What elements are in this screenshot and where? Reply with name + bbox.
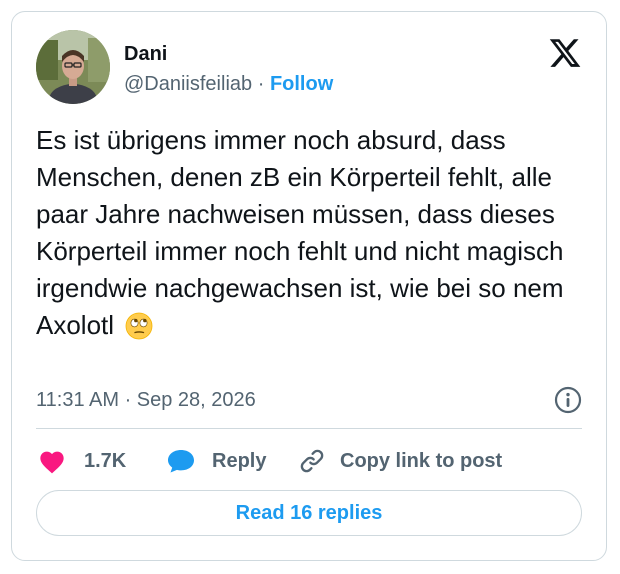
tweet-timestamp[interactable]: 11:31 AM · Sep 28, 2026 — [36, 387, 256, 413]
reply-button[interactable]: Reply — [166, 446, 266, 476]
tweet-text: Es ist übrigens immer noch absurd, dass … — [36, 125, 564, 340]
author-name[interactable]: Dani — [124, 42, 167, 66]
speech-bubble-icon — [166, 448, 196, 474]
x-logo-icon[interactable] — [548, 36, 582, 70]
divider — [36, 428, 582, 429]
read-replies-button[interactable]: Read 16 replies — [36, 490, 582, 536]
link-icon — [298, 447, 326, 475]
like-count: 1.7K — [84, 449, 127, 472]
read-replies-label: Read 16 replies — [235, 501, 383, 524]
reply-label: Reply — [212, 449, 267, 472]
author-handle-row: @Daniisfeiliab · Follow — [124, 72, 333, 96]
copy-link-label: Copy link to post — [340, 449, 503, 472]
handle-separator: · — [257, 73, 265, 95]
like-button[interactable]: 1.7K — [38, 446, 126, 476]
copy-link-button[interactable]: Copy link to post — [298, 446, 502, 476]
follow-button[interactable]: Follow — [270, 73, 333, 95]
info-icon[interactable] — [554, 386, 582, 414]
tweet-body: Es ist übrigens immer noch absurd, dass … — [36, 122, 596, 350]
author-handle[interactable]: @Daniisfeiliab — [124, 73, 252, 95]
avatar[interactable] — [36, 30, 110, 104]
heart-icon — [38, 448, 66, 474]
tweet-card: Dani @Daniisfeiliab · Follow Es ist übri… — [11, 11, 607, 561]
face-with-rolling-eyes-icon — [125, 312, 153, 350]
